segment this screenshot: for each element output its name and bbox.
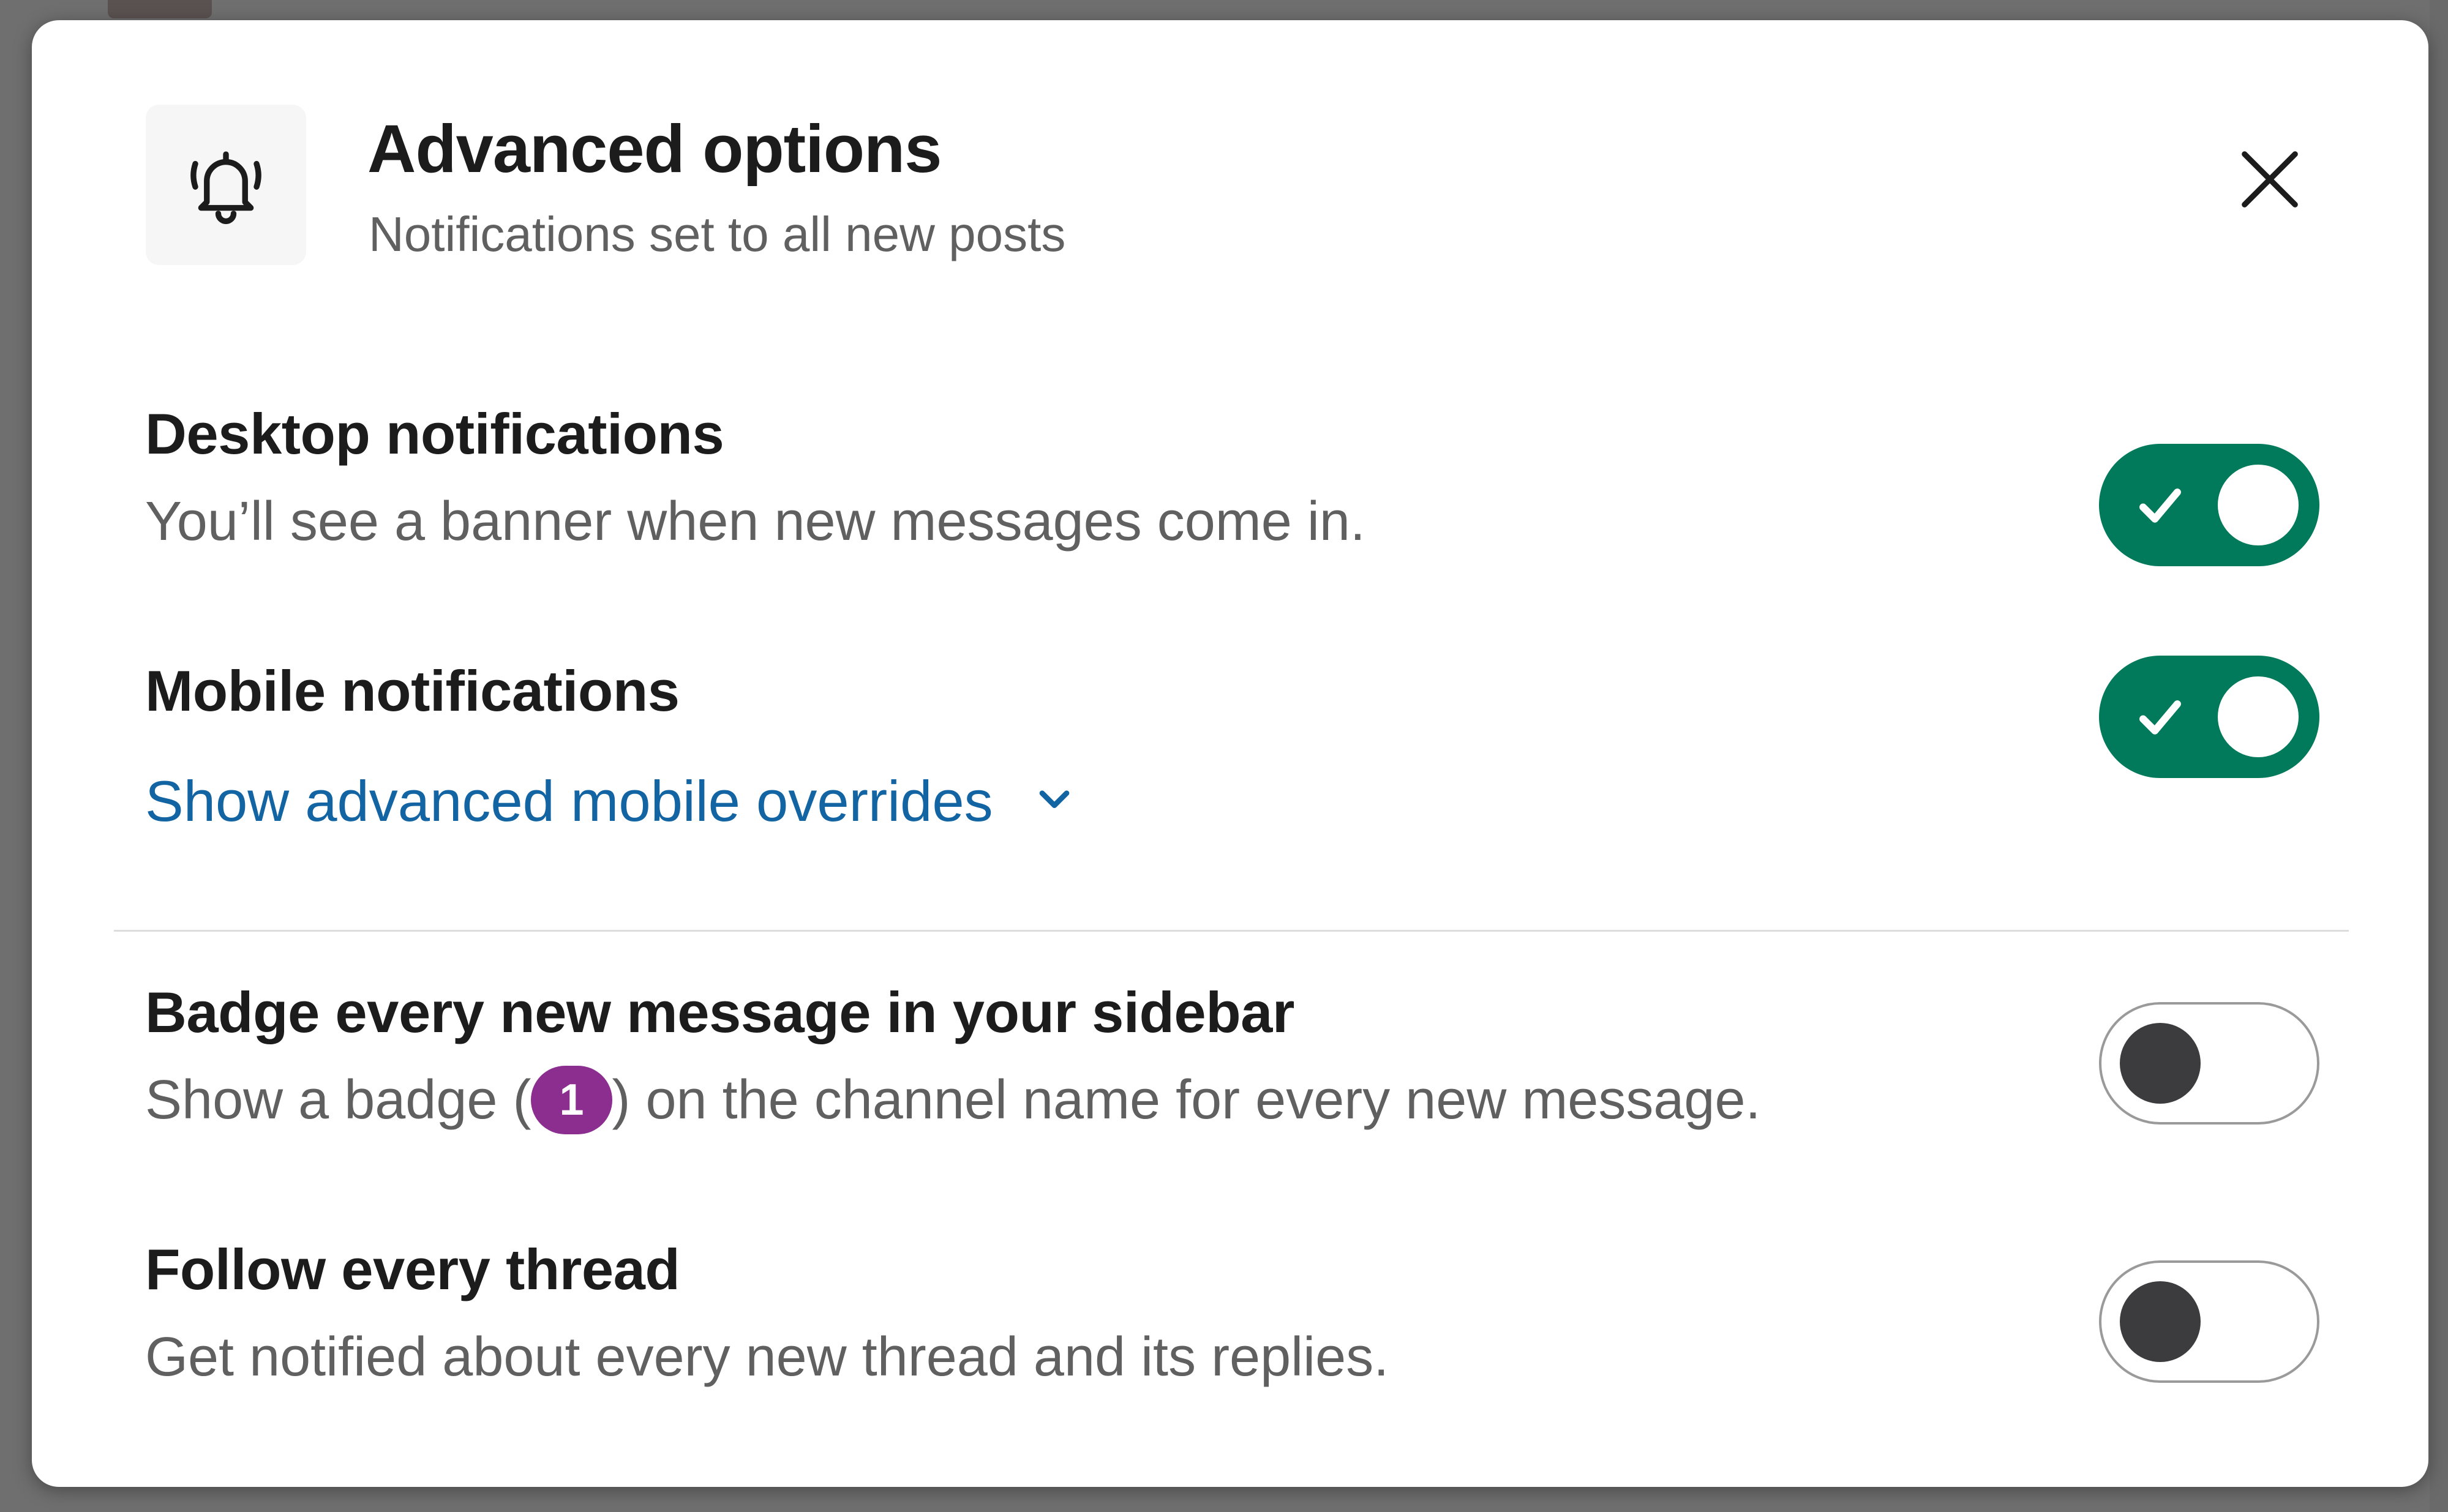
desktop-notifications-title: Desktop notifications	[145, 402, 724, 466]
toggle-knob	[2120, 1023, 2201, 1104]
follow-every-thread-toggle[interactable]	[2099, 1260, 2319, 1383]
modal-subtitle: Notifications set to all new posts	[369, 207, 1066, 261]
backdrop-edge	[2430, 0, 2448, 1512]
desktop-notifications-description: You’ll see a banner when new messages co…	[145, 491, 1365, 552]
chevron-down-icon	[1039, 790, 1070, 809]
description-after-badge: ) on the channel name for every new mess…	[612, 1069, 1761, 1131]
badge-every-message-title: Badge every new message in your sidebar	[145, 980, 1294, 1044]
toggle-knob	[2218, 676, 2299, 757]
modal-title: Advanced options	[367, 111, 942, 187]
follow-every-thread-title: Follow every thread	[145, 1237, 680, 1301]
header-icon-box	[146, 105, 306, 265]
close-button[interactable]	[2212, 121, 2328, 238]
bell-icon	[190, 151, 261, 225]
link-label: Show advanced mobile overrides	[145, 769, 993, 833]
follow-every-thread-description: Get notified about every new thread and …	[145, 1327, 1389, 1388]
badge-every-message-toggle[interactable]	[2099, 1002, 2319, 1125]
section-divider	[114, 930, 2349, 932]
desktop-notifications-toggle[interactable]	[2099, 444, 2319, 566]
description-before-badge: Show a badge (	[145, 1069, 531, 1131]
mobile-notifications-toggle[interactable]	[2099, 656, 2319, 778]
advanced-options-modal: Advanced options Notifications set to al…	[32, 20, 2428, 1487]
show-advanced-mobile-overrides-link[interactable]: Show advanced mobile overrides	[145, 767, 1079, 836]
close-icon	[2242, 151, 2298, 208]
check-icon	[2139, 700, 2181, 735]
badge-every-message-description: Show a badge (1) on the channel name for…	[145, 1066, 1761, 1138]
backdrop-avatar	[108, 0, 212, 18]
mobile-notifications-title: Mobile notifications	[145, 659, 680, 723]
sample-count-badge: 1	[531, 1066, 612, 1135]
check-icon	[2139, 488, 2181, 523]
toggle-knob	[2218, 465, 2299, 545]
toggle-knob	[2120, 1281, 2201, 1362]
